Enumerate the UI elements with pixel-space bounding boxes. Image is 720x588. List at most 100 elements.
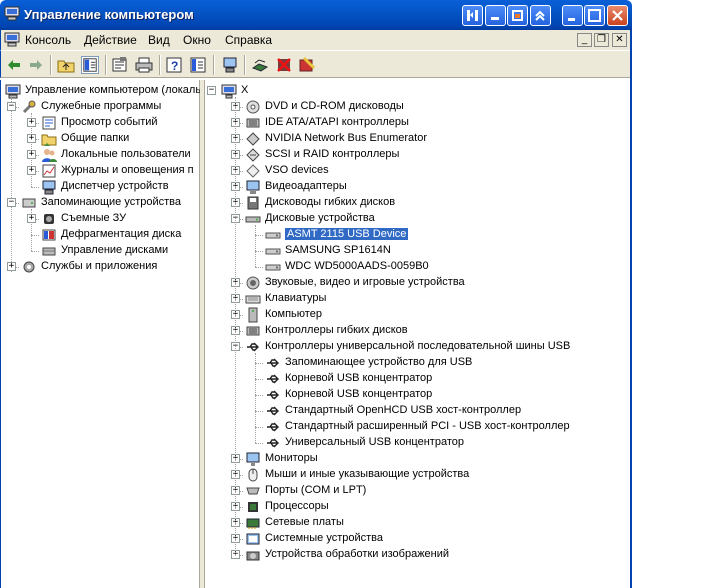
extra-button-1[interactable] (462, 5, 483, 26)
disable-device-icon[interactable] (275, 56, 293, 74)
tree-item-0-4-label: Диспетчер устройств (61, 180, 169, 192)
device-item-12-4-label: Стандартный расширенный PCI - USB хост-к… (285, 420, 570, 432)
device-category-7-label: Дисковые устройства (265, 212, 375, 224)
expand-toggle[interactable]: + (27, 134, 36, 143)
computer-icon (245, 307, 261, 323)
network-card-icon (245, 515, 261, 531)
close-icon (612, 10, 623, 21)
svg-text:?: ? (171, 59, 178, 73)
toolbar-separator (50, 55, 52, 75)
system-menu-icon[interactable] (4, 32, 20, 47)
tree-connector-line (255, 395, 263, 396)
update-driver-icon[interactable] (251, 56, 269, 74)
usb-device-icon (265, 403, 281, 419)
extra-button-4[interactable] (530, 5, 551, 26)
device-item-7-2-label: WDC WD5000AADS-0059B0 (285, 260, 429, 272)
menu-action[interactable]: Действие (84, 33, 137, 47)
toolbar-separator (213, 55, 215, 75)
back-arrow-icon[interactable] (5, 56, 23, 74)
menu-window[interactable]: Окно (183, 33, 211, 47)
vso-device-icon (245, 163, 261, 179)
usb-device-icon (265, 419, 281, 435)
sound-icon (245, 275, 261, 291)
tree-connector-line (255, 267, 263, 268)
usb-icon (245, 339, 261, 355)
device-category-19-label: Устройства обработки изображений (265, 548, 450, 560)
tree-connector-line (255, 363, 263, 364)
collapse-toggle[interactable]: − (7, 102, 16, 111)
toolbar-separator (105, 55, 107, 75)
up-folder-icon[interactable] (57, 56, 75, 74)
tree-group-0-label: Служебные программы (41, 100, 162, 112)
export-icon[interactable] (189, 56, 207, 74)
minimize-small-icon (491, 17, 499, 20)
close-button[interactable] (607, 5, 628, 26)
device-category-10-label: Компьютер (265, 308, 322, 320)
device-category-0-label: DVD и CD-ROM дисководы (265, 100, 404, 112)
tree-connector-line (31, 235, 39, 236)
device-item-12-0-label: Запоминающее устройство для USB (285, 356, 473, 368)
tree-item-0-0-label: Просмотр событий (61, 116, 158, 128)
system-device-icon (245, 531, 261, 547)
tree-item-1-2-label: Управление дисками (61, 244, 169, 256)
computer-management-icon (5, 83, 21, 99)
device-item-12-1-label: Корневой USB концентратор (285, 372, 433, 384)
expand-toggle[interactable]: + (27, 166, 36, 175)
device-category-3-label: SCSI и RAID контроллеры (265, 148, 400, 160)
storage-icon (21, 195, 37, 211)
print-icon[interactable] (135, 56, 153, 74)
tree-item-1-1-label: Дефрагментация диска (61, 228, 182, 240)
collapse-toggle[interactable]: − (7, 198, 16, 207)
performance-logs-icon (41, 163, 57, 179)
extra-button-3[interactable] (507, 5, 528, 26)
device-category-14-label: Мыши и иные указывающие устройства (265, 468, 470, 480)
child-close-button[interactable]: ✕ (612, 33, 627, 47)
child-minimize-button[interactable]: _ (577, 33, 592, 47)
hard-disk-icon (265, 243, 281, 259)
floppy-drive-icon (245, 195, 261, 211)
tools-icon (21, 99, 37, 115)
desktop-background (632, 0, 720, 588)
menu-console[interactable]: Консоль (25, 33, 71, 47)
device-item-12-3-label: Стандартный OpenHCD USB хост-контроллер (285, 404, 522, 416)
extra-button-2[interactable] (485, 5, 506, 26)
resize-icon (467, 10, 478, 21)
scan-hardware-icon[interactable] (221, 56, 239, 74)
minimize-button[interactable] (562, 5, 583, 26)
disk-drive-icon (245, 211, 261, 227)
usb-device-icon (265, 355, 281, 371)
window-title: Управление компьютером (24, 7, 194, 22)
tree-connector-line (31, 187, 39, 188)
event-viewer-icon (41, 115, 57, 131)
tree-connector-line (255, 379, 263, 380)
expand-toggle[interactable]: + (7, 262, 16, 271)
collapse-toggle[interactable]: − (207, 86, 216, 95)
show-hide-tree-icon[interactable] (81, 56, 99, 74)
maximize-button[interactable] (584, 5, 605, 26)
toolbar-separator (159, 55, 161, 75)
tree-connector-line (255, 235, 263, 236)
processor-icon (245, 499, 261, 515)
forward-arrow-icon[interactable] (27, 56, 45, 74)
menu-bar: Консоль Действие Вид Окно Справка _ ❐ ✕ (0, 30, 632, 50)
help-icon[interactable]: ? (165, 56, 183, 74)
device-category-1-label: IDE ATA/ATAPI контроллеры (265, 116, 409, 128)
menu-view[interactable]: Вид (148, 33, 170, 47)
expand-toggle[interactable]: + (27, 150, 36, 159)
network-enumerator-icon (245, 131, 261, 147)
uninstall-device-icon[interactable] (298, 56, 316, 74)
device-category-2-label: NVIDIA Network Bus Enumerator (265, 132, 428, 144)
expand-toggle[interactable]: + (27, 214, 36, 223)
device-item-12-5-label: Универсальный USB концентратор (285, 436, 464, 448)
menu-help[interactable]: Справка (225, 33, 272, 47)
expand-toggle[interactable]: + (27, 118, 36, 127)
defrag-icon (41, 227, 57, 243)
child-restore-button[interactable]: ❐ (594, 33, 609, 47)
properties-icon[interactable] (111, 56, 129, 74)
hard-disk-icon (265, 259, 281, 275)
device-category-8-label: Звуковые, видео и игровые устройства (265, 276, 465, 288)
tree-item-0-1-label: Общие папки (61, 132, 130, 144)
tree-connector-line (255, 251, 263, 252)
disk-management-icon (41, 243, 57, 259)
title-bar[interactable]: Управление компьютером (0, 0, 632, 30)
